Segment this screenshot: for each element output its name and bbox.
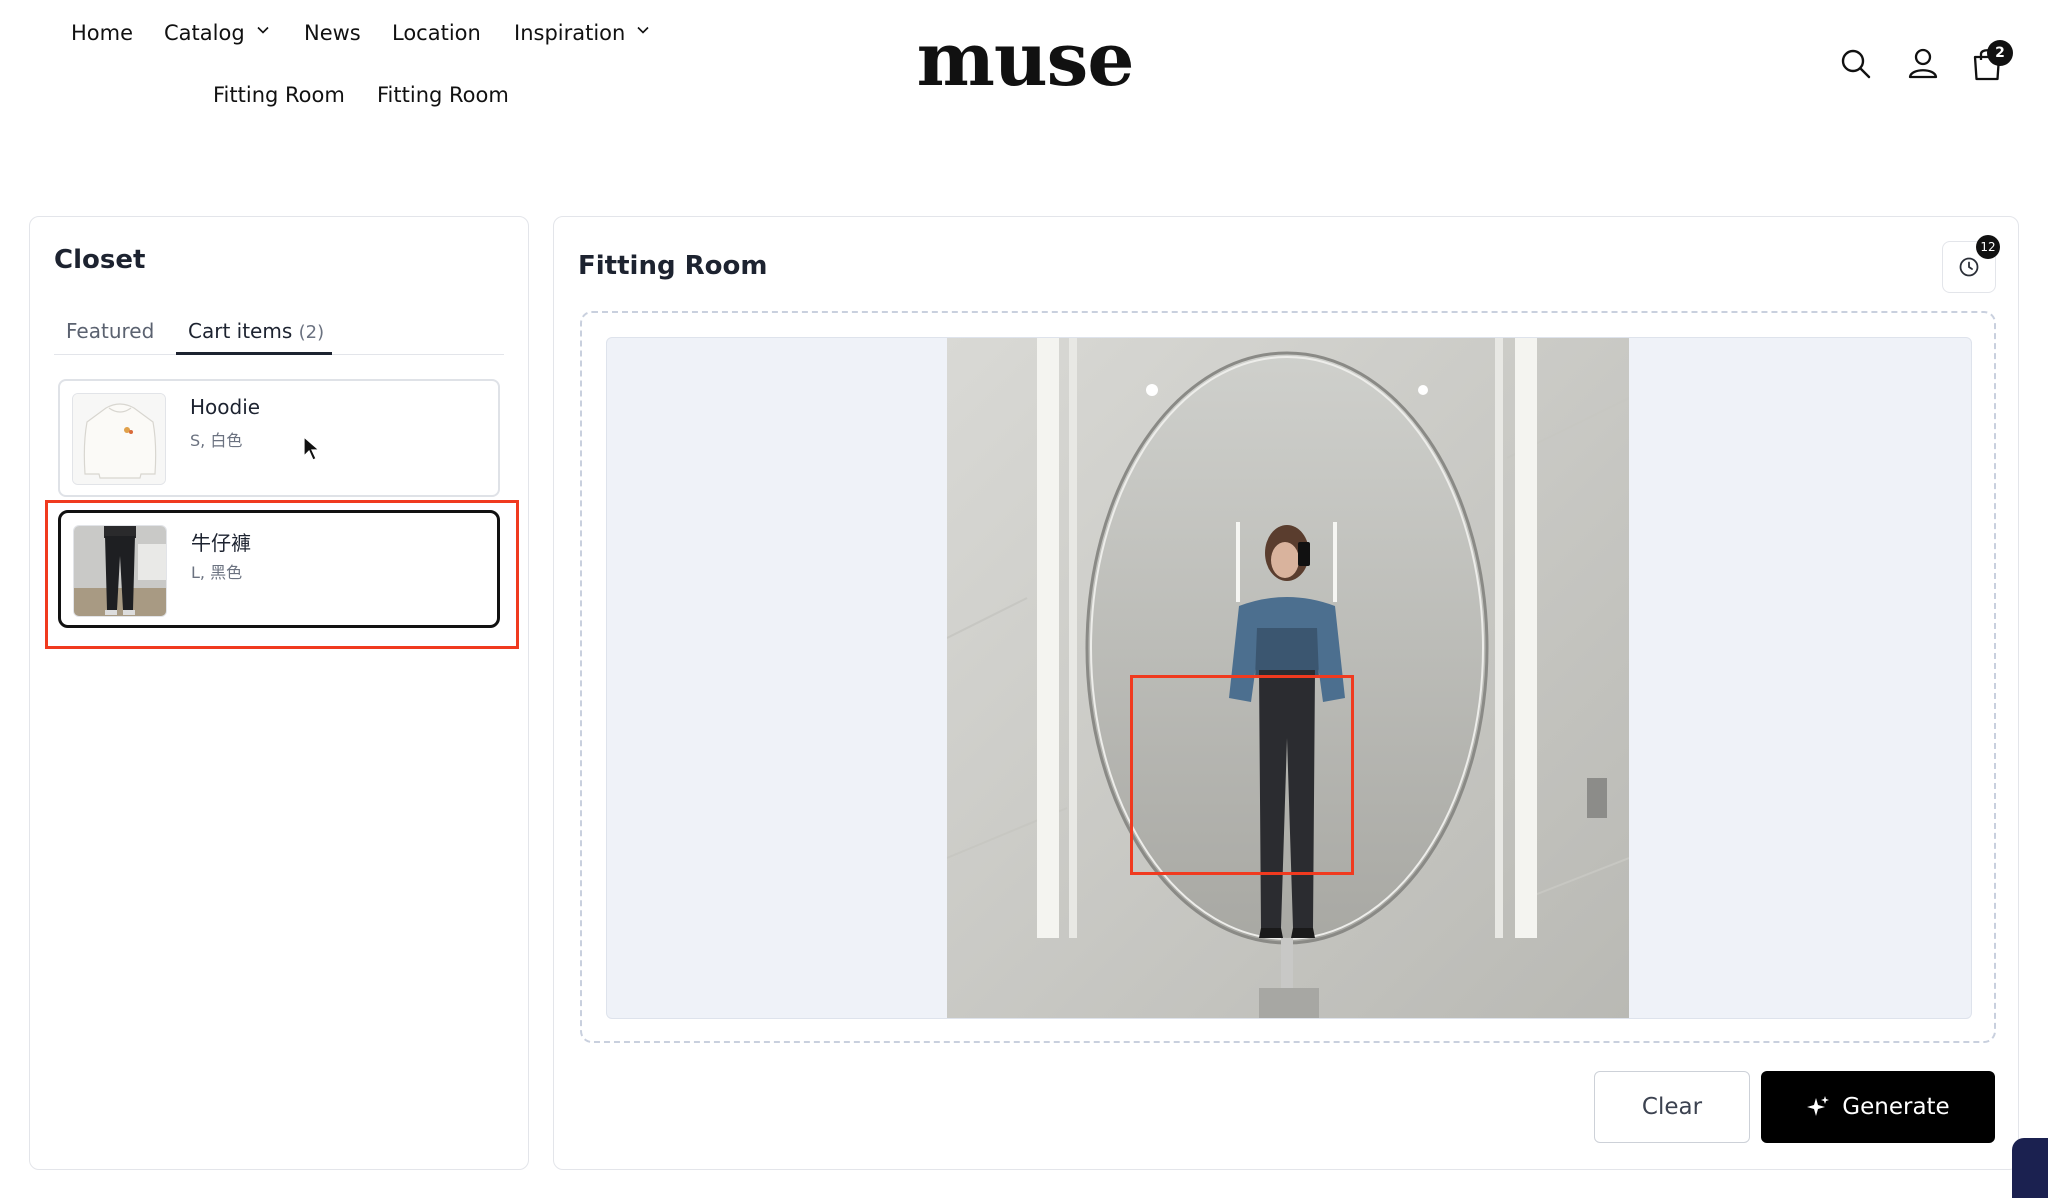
mouse-cursor-icon [303,436,321,461]
generate-label: Generate [1842,1094,1950,1120]
closet-panel: Closet Featured Cart items (2) Hoodie S,… [29,216,529,1170]
tab-cart-items-count: (2) [298,322,325,343]
nav-inspiration-label: Inspiration [514,21,626,45]
generate-button[interactable]: Generate [1761,1071,1995,1143]
item-variant: L, 黑色 [191,563,243,582]
nav-inspiration[interactable]: Inspiration [514,19,649,47]
tab-cart-items-label: Cart items [188,319,293,343]
hoodie-thumbnail [72,393,166,485]
clear-button[interactable]: Clear [1594,1071,1750,1143]
closet-tabs: Featured Cart items (2) [54,307,504,355]
tab-featured[interactable]: Featured [66,307,154,355]
chevron-down-icon [257,26,269,34]
model-photo [947,338,1629,1018]
nav-location[interactable]: Location [392,19,481,47]
fitting-room-title: Fitting Room [578,251,768,281]
account-icon[interactable] [1906,46,1940,80]
item-variant: S, 白色 [190,431,243,450]
search-icon[interactable] [1840,48,1872,80]
cart-count-badge: 2 [1987,40,2013,66]
chat-widget[interactable] [2012,1138,2048,1198]
jeans-thumbnail [73,525,167,617]
closet-item-jeans[interactable]: 牛仔褲 L, 黑色 [58,510,500,628]
item-name: Hoodie [190,395,261,419]
preview-canvas [606,337,1972,1019]
fitting-room-panel: Fitting Room 12 Clear Generate [553,216,2019,1170]
closet-title: Closet [54,245,146,275]
nav-catalog-label: Catalog [164,21,245,45]
chevron-down-icon [637,26,649,34]
item-name: 牛仔褲 [191,531,251,555]
closet-item-hoodie[interactable]: Hoodie S, 白色 [58,379,500,497]
history-count-badge: 12 [1976,235,2000,259]
nav-fitting-room-2[interactable]: Fitting Room [377,81,509,109]
nav-home[interactable]: Home [71,19,133,47]
nav-news[interactable]: News [304,19,361,47]
brand-logo[interactable]: muse [912,18,1138,102]
image-dropzone[interactable] [580,311,1996,1043]
clock-icon [1959,257,1979,277]
sparkle-icon [1806,1095,1830,1119]
tab-cart-items[interactable]: Cart items (2) [176,307,332,355]
nav-catalog[interactable]: Catalog [164,19,269,47]
nav-fitting-room[interactable]: Fitting Room [213,81,345,109]
